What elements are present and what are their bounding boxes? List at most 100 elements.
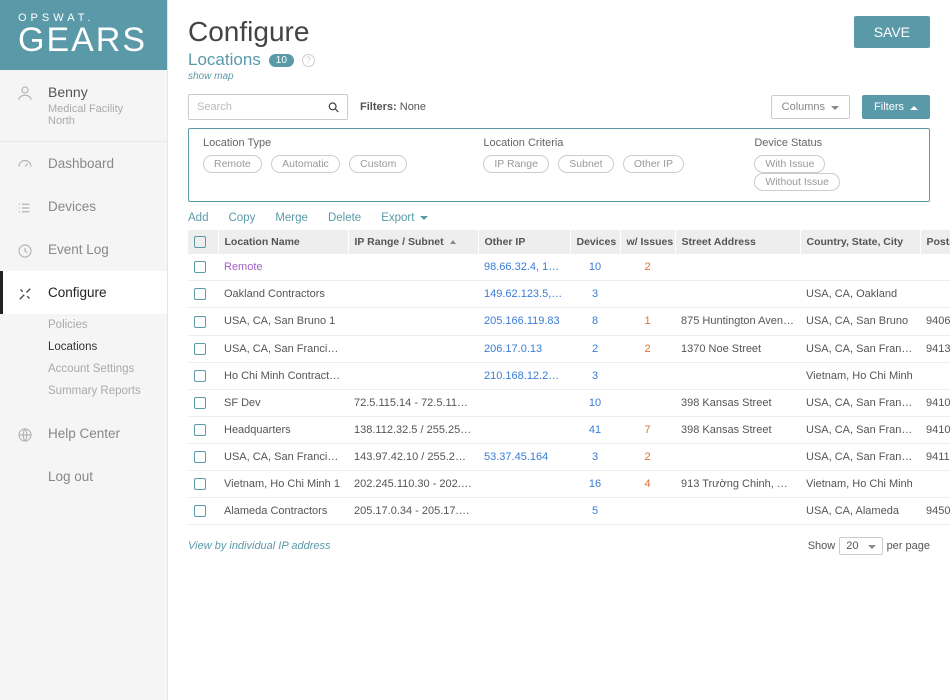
cell-issues[interactable] [620,389,675,416]
col-ip[interactable]: IP Range / Subnet [348,230,478,254]
page-size-select[interactable]: 20 [839,537,882,555]
cell-issues[interactable] [620,362,675,389]
cell-street: 398 Kansas Street [675,416,800,443]
user-block[interactable]: Benny Medical Facility North [0,70,167,142]
cell-issues[interactable] [620,498,675,525]
show-map-link[interactable]: show map [188,71,315,82]
cell-name: Vietnam, Ho Chi Minh 1 [218,470,348,497]
search-field[interactable] [188,94,348,120]
brand-bottom: GEARS [18,24,149,56]
table-row[interactable]: Ho Chi Minh Contractors210.168.12.28, 21… [188,362,950,389]
columns-button[interactable]: Columns [771,95,850,119]
row-checkbox[interactable] [194,261,206,273]
table-row[interactable]: Vietnam, Ho Chi Minh 1202.245.110.30 - 2… [188,470,950,497]
col-csc[interactable]: Country, State, City [800,230,920,254]
cell-devices[interactable]: 3 [570,362,620,389]
pill-withoutissue[interactable]: Without Issue [754,173,840,191]
cell-issues[interactable]: 2 [620,443,675,470]
cell-postal: 94131 [920,335,950,362]
save-button[interactable]: SAVE [854,16,930,48]
pill-otherip[interactable]: Other IP [623,155,684,173]
pill-remote[interactable]: Remote [203,155,262,173]
subnav-locations[interactable]: Locations [48,336,167,358]
row-checkbox[interactable] [194,316,206,328]
filters-button[interactable]: Filters [862,95,930,119]
table-row[interactable]: Oakland Contractors149.62.123.5, 208...3… [188,281,950,308]
cell-devices[interactable]: 10 [570,389,620,416]
table-row[interactable]: Remote98.66.32.4, 102.8...102 [188,254,950,281]
pill-iprange[interactable]: IP Range [483,155,549,173]
row-checkbox[interactable] [194,343,206,355]
cell-ip [348,281,478,308]
cell-issues[interactable] [620,281,675,308]
search-input[interactable] [197,101,327,113]
nav-dashboard[interactable]: Dashboard [0,142,167,185]
table-row[interactable]: USA, CA, San Bruno 1205.166.119.8381875 … [188,308,950,335]
configure-subnav: Policies Locations Account Settings Summ… [0,314,167,412]
action-merge[interactable]: Merge [275,212,308,224]
cell-devices[interactable]: 16 [570,470,620,497]
cell-devices[interactable]: 41 [570,416,620,443]
row-checkbox[interactable] [194,478,206,490]
cell-devices[interactable]: 8 [570,308,620,335]
row-checkbox[interactable] [194,397,206,409]
table-row[interactable]: USA, CA, San Francisco 3143.97.42.10 / 2… [188,443,950,470]
cell-devices[interactable]: 3 [570,281,620,308]
action-delete[interactable]: Delete [328,212,361,224]
cell-devices[interactable]: 2 [570,335,620,362]
nav-logout[interactable]: Log out [0,455,167,498]
cell-name: USA, CA, San Francisco 2 [218,335,348,362]
table-row[interactable]: USA, CA, San Francisco 2206.17.0.1322137… [188,335,950,362]
action-copy[interactable]: Copy [228,212,255,224]
col-street[interactable]: Street Address [675,230,800,254]
cell-issues[interactable]: 4 [620,470,675,497]
filter-criteria-label: Location Criteria [483,137,754,149]
nav-configure[interactable]: Configure [0,271,167,314]
help-icon[interactable]: ? [302,54,315,67]
row-checkbox[interactable] [194,451,206,463]
col-other[interactable]: Other IP [478,230,570,254]
row-checkbox[interactable] [194,370,206,382]
cell-issues[interactable]: 1 [620,308,675,335]
cell-postal [920,281,950,308]
cell-issues[interactable]: 2 [620,335,675,362]
pill-custom[interactable]: Custom [349,155,407,173]
view-by-ip-link[interactable]: View by individual IP address [188,540,330,552]
subnav-account[interactable]: Account Settings [48,358,167,380]
col-name[interactable]: Location Name [218,230,348,254]
nav-helpcenter[interactable]: Help Center [0,412,167,455]
chevron-down-icon [868,545,876,549]
table-row[interactable]: Headquarters138.112.32.5 / 255.255.255.0… [188,416,950,443]
col-postal[interactable]: Postal Code [920,230,950,254]
row-checkbox[interactable] [194,288,206,300]
nav-eventlog[interactable]: Event Log [0,228,167,271]
locations-table: Location Name IP Range / Subnet Other IP… [188,230,950,525]
filters-summary: Filters: None [360,101,426,113]
cell-other: 205.166.119.83 [478,308,570,335]
select-all-checkbox[interactable] [194,236,206,248]
brand-logo: OPSWAT. GEARS [0,0,167,70]
cell-issues[interactable]: 7 [620,416,675,443]
nav-devices[interactable]: Devices [0,185,167,228]
cell-ip: 138.112.32.5 / 255.255.255.0 [348,416,478,443]
pill-subnet[interactable]: Subnet [558,155,613,173]
cell-csc: USA, CA, San Francisco [800,335,920,362]
row-checkbox[interactable] [194,424,206,436]
action-add[interactable]: Add [188,212,208,224]
cell-devices[interactable]: 3 [570,443,620,470]
cell-devices[interactable]: 5 [570,498,620,525]
cell-devices[interactable]: 10 [570,254,620,281]
tools-icon [16,285,34,303]
table-row[interactable]: SF Dev72.5.115.14 - 72.5.115.7610398 Kan… [188,389,950,416]
row-checkbox[interactable] [194,505,206,517]
cell-issues[interactable]: 2 [620,254,675,281]
col-issues[interactable]: w/ Issues [620,230,675,254]
pill-automatic[interactable]: Automatic [271,155,340,173]
cell-other [478,498,570,525]
subnav-policies[interactable]: Policies [48,314,167,336]
table-row[interactable]: Alameda Contractors205.17.0.34 - 205.17.… [188,498,950,525]
action-export[interactable]: Export [381,212,428,224]
subnav-summary[interactable]: Summary Reports [48,380,167,402]
pill-withissue[interactable]: With Issue [754,155,825,173]
col-devices[interactable]: Devices [570,230,620,254]
